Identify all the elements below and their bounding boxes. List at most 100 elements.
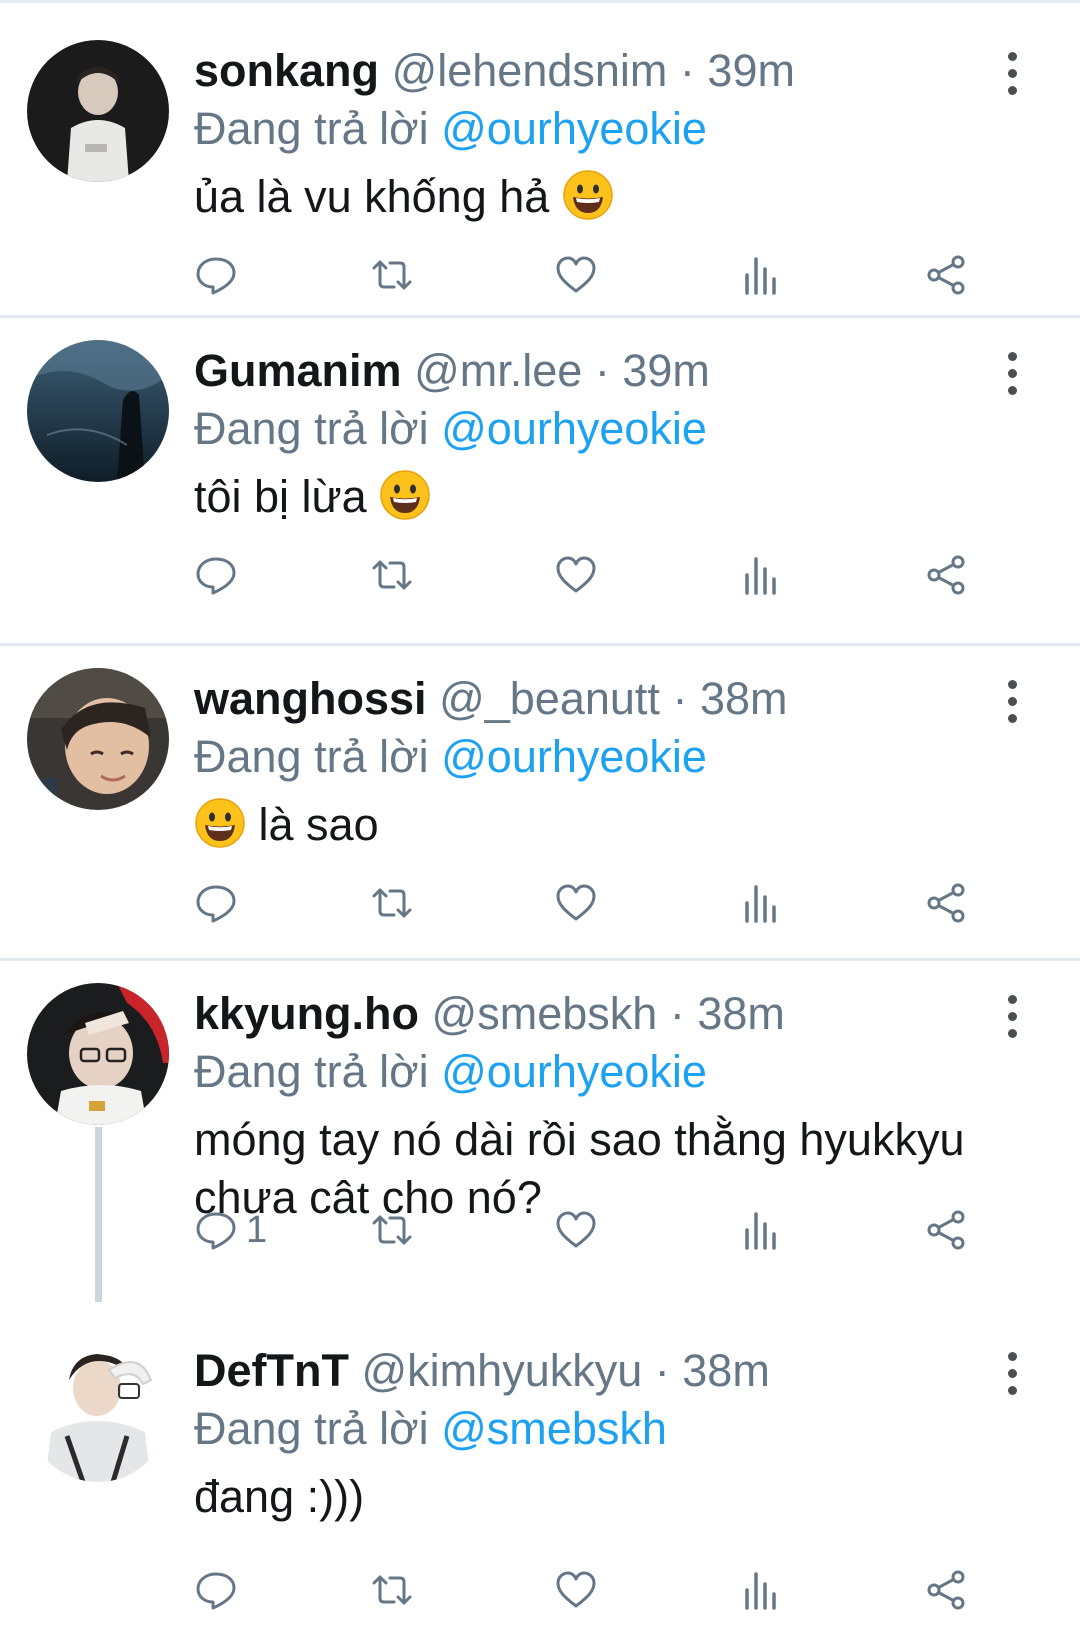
share-icon [927, 555, 965, 595]
share-button[interactable] [924, 550, 968, 600]
action-bar [194, 878, 1024, 928]
avatar[interactable] [27, 983, 169, 1125]
tweet[interactable]: DefTnT @kimhyukkyu · 38m Đang trả lời @s… [0, 1300, 1080, 1642]
reply-button[interactable] [194, 1565, 246, 1615]
more-icon[interactable] [1004, 352, 1020, 396]
replying-to: Đang trả lời @ourhyeokie [194, 98, 707, 160]
analytics-button[interactable] [739, 550, 783, 600]
heart-icon [556, 256, 596, 293]
analytics-icon [745, 1212, 776, 1250]
retweet-button[interactable] [370, 1565, 414, 1615]
tweet-header: DefTnT @kimhyukkyu · 38m [194, 1340, 770, 1402]
analytics-icon [745, 885, 776, 923]
tweet[interactable]: sonkang @lehendsnim · 39m Đang trả lời @… [0, 0, 1080, 318]
timestamp[interactable]: 38m [700, 673, 788, 724]
display-name[interactable]: sonkang [194, 45, 379, 96]
mention-link[interactable]: @ourhyeokie [441, 731, 707, 782]
share-button[interactable] [924, 878, 968, 928]
display-name[interactable]: Gumanim [194, 345, 402, 396]
replying-label: Đang trả lời [194, 1046, 429, 1097]
tweet-text: là sao [194, 796, 1044, 854]
more-icon[interactable] [1004, 1352, 1020, 1396]
timestamp[interactable]: 39m [622, 345, 710, 396]
tweet-text-content: ủa là vu khống hả [194, 171, 550, 222]
like-button[interactable] [554, 250, 598, 300]
avatar[interactable] [27, 340, 169, 482]
like-button[interactable] [554, 1205, 598, 1255]
reply-button[interactable] [194, 550, 246, 600]
retweet-icon [372, 1215, 412, 1245]
replying-label: Đang trả lời [194, 1403, 429, 1454]
reply-icon [196, 557, 236, 595]
user-handle[interactable]: @smebskh [432, 988, 658, 1039]
display-name[interactable]: DefTnT [194, 1345, 349, 1396]
retweet-button[interactable] [370, 550, 414, 600]
avatar[interactable] [27, 1340, 169, 1482]
tweet-header: kkyung.ho @smebskh · 38m [194, 983, 785, 1045]
share-icon [927, 255, 965, 295]
separator-dot: · [679, 45, 695, 96]
tweet[interactable]: wanghossi @_beanutt · 38m Đang trả lời @… [0, 628, 1080, 946]
analytics-button[interactable] [739, 1565, 783, 1615]
analytics-button[interactable] [739, 878, 783, 928]
timestamp[interactable]: 39m [707, 45, 795, 96]
more-icon[interactable] [1004, 680, 1020, 724]
like-button[interactable] [554, 1565, 598, 1615]
reply-button[interactable] [194, 250, 246, 300]
more-icon[interactable] [1004, 52, 1020, 96]
tweet-header: wanghossi @_beanutt · 38m [194, 668, 788, 730]
reply-button[interactable] [194, 878, 246, 928]
more-icon[interactable] [1004, 995, 1020, 1039]
mention-link[interactable]: @ourhyeokie [441, 1046, 707, 1097]
share-icon [927, 1570, 965, 1610]
retweet-button[interactable] [370, 878, 414, 928]
analytics-button[interactable] [739, 250, 783, 300]
grinning-face-emoji [379, 469, 431, 521]
analytics-button[interactable] [739, 1205, 783, 1255]
tweet[interactable]: Gumanim @mr.lee · 39m Đang trả lời @ourh… [0, 300, 1080, 618]
mention-link[interactable]: @ourhyeokie [441, 403, 707, 454]
analytics-icon [745, 257, 776, 295]
user-handle[interactable]: @lehendsnim [392, 45, 668, 96]
separator-dot: · [654, 1345, 670, 1396]
heart-icon [556, 556, 596, 593]
avatar[interactable] [27, 668, 169, 810]
heart-icon [556, 1211, 596, 1248]
reply-button[interactable]: 1 [194, 1205, 267, 1255]
replying-label: Đang trả lời [194, 731, 429, 782]
tweet-text: đang :))) [194, 1468, 1044, 1526]
retweet-button[interactable] [370, 250, 414, 300]
retweet-icon [372, 888, 412, 918]
retweet-button[interactable] [370, 1205, 414, 1255]
tweet-text-content: đang :))) [194, 1471, 365, 1522]
user-handle[interactable]: @mr.lee [414, 345, 582, 396]
tweet-text-content: là sao [258, 799, 379, 850]
analytics-icon [745, 557, 776, 595]
replying-to: Đang trả lời @ourhyeokie [194, 398, 707, 460]
timestamp[interactable]: 38m [682, 1345, 770, 1396]
share-button[interactable] [924, 1205, 968, 1255]
separator-dot: · [594, 345, 610, 396]
action-bar: 1 [194, 1205, 1024, 1255]
share-icon [927, 883, 965, 923]
share-button[interactable] [924, 1565, 968, 1615]
user-handle[interactable]: @kimhyukkyu [362, 1345, 643, 1396]
mention-link[interactable]: @smebskh [441, 1403, 667, 1454]
retweet-icon [372, 260, 412, 290]
display-name[interactable]: kkyung.ho [194, 988, 419, 1039]
user-handle[interactable]: @_beanutt [439, 673, 660, 724]
share-button[interactable] [924, 250, 968, 300]
tweet-header: Gumanim @mr.lee · 39m [194, 340, 710, 402]
avatar[interactable] [27, 40, 169, 182]
thread-connector [95, 1127, 102, 1302]
tweet-text: tôi bị lừa [194, 468, 1044, 526]
replying-to: Đang trả lời @smebskh [194, 1398, 667, 1460]
like-button[interactable] [554, 878, 598, 928]
mention-link[interactable]: @ourhyeokie [441, 103, 707, 154]
action-bar [194, 550, 1024, 600]
like-button[interactable] [554, 550, 598, 600]
tweet[interactable]: kkyung.ho @smebskh · 38m Đang trả lời @o… [0, 943, 1080, 1303]
display-name[interactable]: wanghossi [194, 673, 427, 724]
action-bar [194, 250, 1024, 300]
timestamp[interactable]: 38m [697, 988, 785, 1039]
